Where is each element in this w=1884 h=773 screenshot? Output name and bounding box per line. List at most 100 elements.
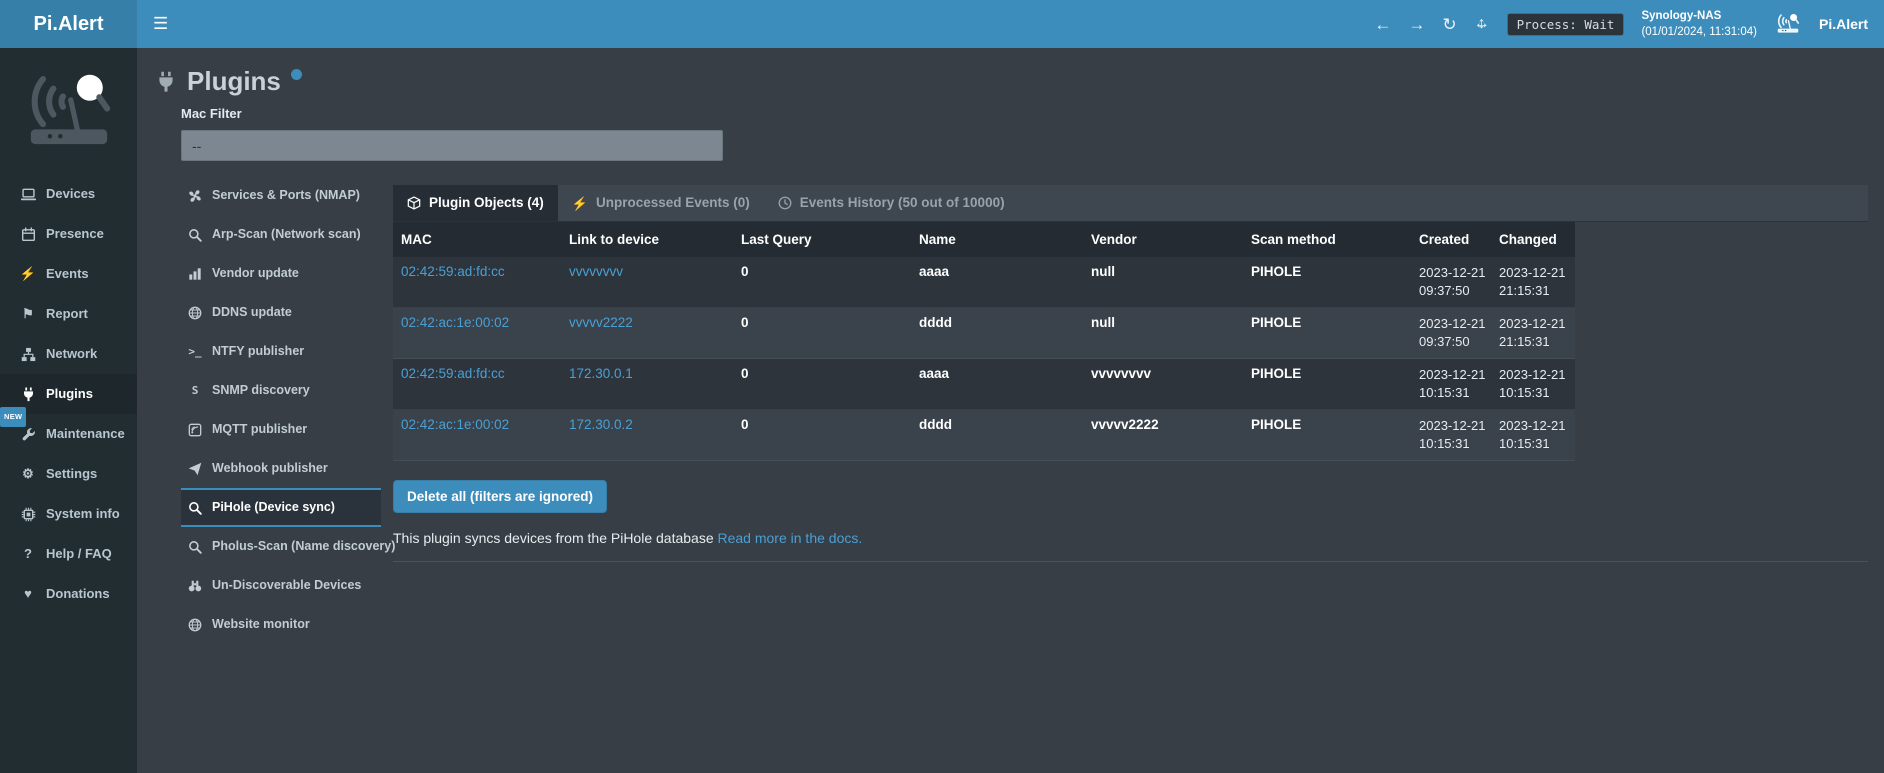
plugin-menu-label: Webhook publisher [212,459,328,478]
vendor-cell: vvvvvvvv [1083,359,1243,410]
sidebar-item-label: System info [46,506,120,522]
brand-logo[interactable]: Pi.Alert [0,0,137,48]
vendor-cell: null [1083,257,1243,308]
plugin-menu-item-pholus[interactable]: Pholus-Scan (Name discovery) [181,527,381,566]
plugin-description-text: This plugin syncs devices from the PiHol… [393,530,714,546]
laptop-icon [19,187,37,202]
plugin-menu: Services & Ports (NMAP) Arp-Scan (Networ… [181,176,381,644]
sidebar-item-presence[interactable]: Presence [0,214,137,254]
plugin-menu-item-ntfy[interactable]: >_ NTFY publisher [181,332,381,371]
mac-link[interactable]: 02:42:59:ad:fd:cc [401,264,505,279]
refresh-icon[interactable]: ↻ [1442,16,1456,33]
changed-cell: 2023-12-21 21:15:31 [1491,257,1575,308]
forward-icon[interactable]: → [1408,16,1425,33]
device-link[interactable]: 172.30.0.1 [569,366,633,381]
page-title: Plugins [187,66,281,96]
sidebar-item-maintenance[interactable]: NEW Maintenance [0,414,137,454]
sidebar-item-devices[interactable]: Devices [0,174,137,214]
created-cell: 2023-12-21 09:37:50 [1411,308,1491,359]
binoculars-icon [187,579,203,593]
scan-method-cell: PIHOLE [1243,257,1411,308]
name-cell: dddd [911,410,1083,461]
docs-link[interactable]: Read more in the docs. [718,530,863,546]
changed-cell: 2023-12-21 10:15:31 [1491,410,1575,461]
tab-plugin-objects[interactable]: Plugin Objects (4) [393,185,558,221]
plugin-menu-item-arpscan[interactable]: Arp-Scan (Network scan) [181,215,381,254]
sidebar-item-label: Help / FAQ [46,546,112,562]
move-arrows-icon[interactable]: ↔ ↕ [1474,15,1490,33]
sidebar-item-donations[interactable]: ♥ Donations [0,574,137,614]
process-status-badge: Process: Wait [1507,13,1625,36]
created-time: 10:15:31 [1419,384,1489,402]
name-cell: dddd [911,308,1083,359]
plugin-menu-label: Vendor update [212,264,299,283]
globe-icon [187,618,203,632]
chart-icon [187,267,203,281]
mqtt-icon [187,423,203,437]
table-row: 02:42:ac:1e:00:02 vvvvv2222 0 dddd null … [393,308,1575,359]
plugin-menu-label: SNMP discovery [212,381,310,400]
created-time: 10:15:31 [1419,435,1489,453]
created-date: 2023-12-21 [1419,417,1489,435]
chip-icon [19,507,37,522]
sidebar-item-events[interactable]: ⚡ Events [0,254,137,294]
created-cell: 2023-12-21 10:15:31 [1411,410,1491,461]
plugins-info-badge[interactable] [291,69,302,80]
question-icon: ? [19,546,37,562]
plugin-menu-label: PiHole (Device sync) [212,498,335,517]
heart-icon: ♥ [19,586,37,602]
plugins-content: Services & Ports (NMAP) Arp-Scan (Networ… [153,185,1868,644]
table-row: 02:42:59:ad:fd:cc vvvvvvvv 0 aaaa null P… [393,257,1575,308]
device-link[interactable]: vvvvv2222 [569,315,633,330]
main-content: Plugins Mac Filter Services & Ports (NMA… [137,48,1884,773]
last-query-cell: 0 [733,410,911,461]
plug-icon [155,71,177,93]
table-header-row: MAC Link to device Last Query Name Vendo… [393,222,1575,257]
sidebar-item-network[interactable]: Network [0,334,137,374]
mac-filter-input[interactable] [181,130,723,161]
plugin-menu-label: MQTT publisher [212,420,307,439]
back-icon[interactable]: ← [1374,16,1391,33]
plugin-menu-item-website-monitor[interactable]: Website monitor [181,605,381,644]
tab-unprocessed-events[interactable]: ⚡ Unprocessed Events (0) [558,185,764,221]
table-row: 02:42:ac:1e:00:02 172.30.0.2 0 dddd vvvv… [393,410,1575,461]
plugin-menu-item-undiscoverable[interactable]: Un-Discoverable Devices [181,566,381,605]
device-link[interactable]: vvvvvvvv [569,264,623,279]
column-header-name: Name [911,222,1083,257]
sidebar-item-settings[interactable]: ⚙ Settings [0,454,137,494]
plugin-panel: Plugin Objects (4) ⚡ Unprocessed Events … [393,185,1868,562]
sidebar-toggle-icon[interactable]: ☰ [153,14,168,34]
delete-all-button[interactable]: Delete all (filters are ignored) [393,480,607,513]
mac-link[interactable]: 02:42:ac:1e:00:02 [401,315,509,330]
sidebar-item-label: Donations [46,586,110,602]
sidebar-item-label: Presence [46,226,104,242]
plugin-menu-item-vendor-update[interactable]: Vendor update [181,254,381,293]
host-timestamp: (01/01/2024, 11:31:04) [1641,24,1757,40]
calendar-icon [19,227,37,242]
mac-link[interactable]: 02:42:ac:1e:00:02 [401,417,509,432]
pialert-mini-logo-icon [1774,12,1802,36]
plugin-menu-item-snmp[interactable]: S SNMP discovery [181,371,381,410]
created-time: 09:37:50 [1419,282,1489,300]
column-header-changed: Changed [1491,222,1575,257]
plugin-menu-item-pihole[interactable]: PiHole (Device sync) [181,488,381,527]
sidebar-item-help-faq[interactable]: ? Help / FAQ [0,534,137,574]
plugin-description: This plugin syncs devices from the PiHol… [393,530,1868,562]
sidebar-item-system-info[interactable]: System info [0,494,137,534]
sidebar-item-report[interactable]: ⚑ Report [0,294,137,334]
topbar-main: ☰ ← → ↻ ↔ ↕ Process: Wait Synology-NAS (… [137,0,1884,48]
tab-label: Events History (50 out of 10000) [800,194,1005,212]
app-body: Devices Presence ⚡ Events ⚑ Report Netwo… [0,48,1884,773]
magnifier-icon [187,540,203,554]
plugin-menu-item-mqtt[interactable]: MQTT publisher [181,410,381,449]
device-link[interactable]: 172.30.0.2 [569,417,633,432]
bolt-icon: ⚡ [19,266,37,282]
sidebar-item-label: Network [46,346,97,362]
sidebar-nav: Devices Presence ⚡ Events ⚑ Report Netwo… [0,174,137,614]
tab-events-history[interactable]: Events History (50 out of 10000) [764,185,1019,221]
plugin-menu-item-nmap[interactable]: Services & Ports (NMAP) [181,176,381,215]
mac-link[interactable]: 02:42:59:ad:fd:cc [401,366,505,381]
plugin-menu-item-ddns-update[interactable]: DDNS update [181,293,381,332]
changed-cell: 2023-12-21 21:15:31 [1491,308,1575,359]
plugin-menu-item-webhook[interactable]: Webhook publisher [181,449,381,488]
